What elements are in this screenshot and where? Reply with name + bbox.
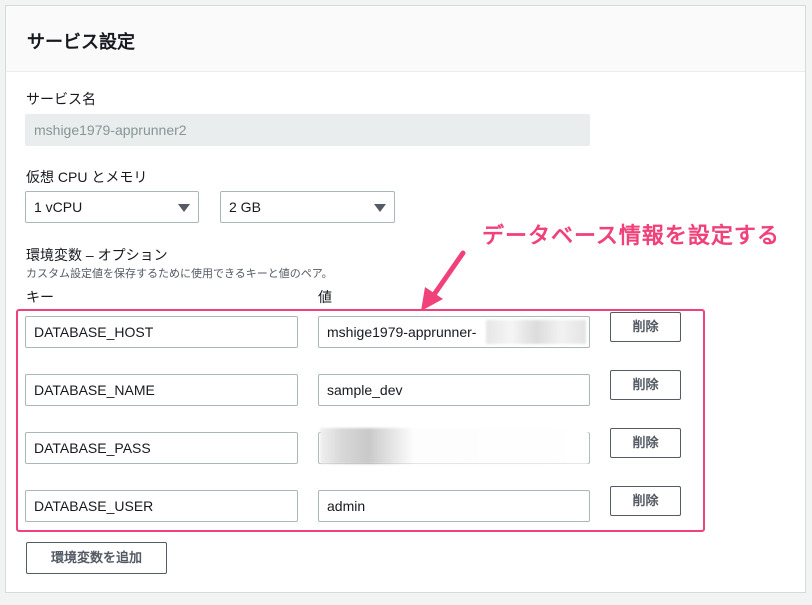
env-key-input[interactable]: DATABASE_USER [25, 490, 298, 522]
caret-down-icon [374, 204, 386, 212]
key-column-header: キー [26, 289, 54, 305]
cpu-select[interactable]: 1 vCPU [25, 191, 199, 223]
redacted-mask [486, 320, 586, 344]
env-description: カスタム設定値を保存するために使用できるキーと値のペア。 [26, 268, 333, 280]
env-value-input[interactable]: sample_dev [318, 374, 590, 406]
delete-button[interactable]: 削除 [610, 312, 681, 342]
annotation-arrow-icon [421, 250, 466, 311]
vcpu-memory-label: 仮想 CPU とメモリ [26, 169, 148, 185]
annotation-text: データベース情報を設定する [482, 223, 780, 248]
value-column-header: 値 [318, 289, 332, 305]
env-value-input[interactable]: admin [318, 490, 590, 522]
delete-button[interactable]: 削除 [610, 370, 681, 400]
service-name-input: mshige1979-apprunner2 [25, 114, 590, 146]
add-env-var-button[interactable]: 環境変数を追加 [26, 542, 167, 574]
service-name-label: サービス名 [26, 91, 96, 107]
panel-title: サービス設定 [27, 32, 135, 52]
env-value-text: mshige1979-apprunner- [327, 324, 477, 340]
panel-header: サービス設定 [6, 6, 805, 72]
redacted-mask [320, 428, 588, 464]
memory-select[interactable]: 2 GB [220, 191, 395, 223]
cpu-select-value: 1 vCPU [34, 199, 83, 215]
env-key-input[interactable]: DATABASE_PASS [25, 432, 298, 464]
env-label: 環境変数 – オプション [26, 247, 168, 263]
env-key-input[interactable]: DATABASE_NAME [25, 374, 298, 406]
memory-select-value: 2 GB [229, 199, 261, 215]
delete-button[interactable]: 削除 [610, 428, 681, 458]
env-key-input[interactable]: DATABASE_HOST [25, 316, 298, 348]
caret-down-icon [178, 204, 190, 212]
delete-button[interactable]: 削除 [610, 486, 681, 516]
